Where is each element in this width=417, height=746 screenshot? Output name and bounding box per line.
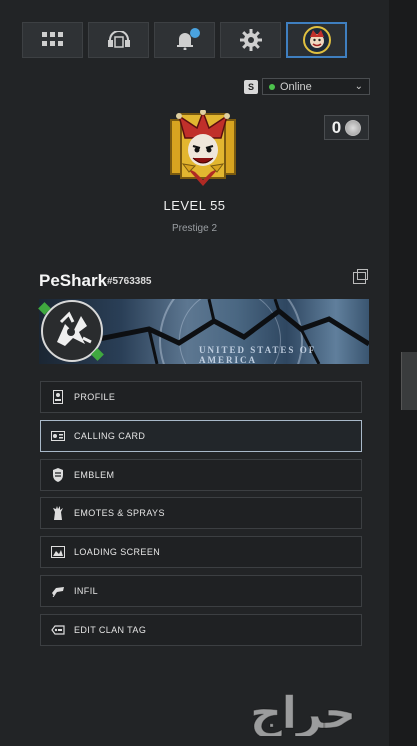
menu-item-emotes-sprays[interactable]: EMOTES & SPRAYS <box>40 497 362 530</box>
loading-screen-icon <box>51 545 65 559</box>
menu-item-label: EMBLEM <box>74 469 115 480</box>
prestige-label: Prestige 2 <box>171 223 218 234</box>
menu-item-label: LOADING SCREEN <box>74 547 161 558</box>
menu-item-label: INFIL <box>74 585 99 596</box>
player-name: PeShark <box>39 271 108 290</box>
profile-card-icon <box>51 390 65 404</box>
infil-icon <box>51 584 65 598</box>
clan-tag-icon <box>51 623 65 637</box>
menu-item-profile[interactable]: PROFILE <box>40 381 362 413</box>
emblem-art-icon <box>57 311 92 346</box>
gear-icon <box>239 29 262 51</box>
top-tab-bar <box>22 22 347 58</box>
calling-card-caption: UNITED STATES OF AMERICA <box>199 345 316 364</box>
emblem-icon <box>51 467 65 482</box>
status-key-hint: S <box>244 80 258 94</box>
menu-item-label: CALLING CARD <box>74 430 146 441</box>
background-decoration <box>401 352 417 410</box>
online-status-dropdown[interactable]: Online ⌄ <box>262 78 370 95</box>
clock-badge-icon <box>190 28 200 38</box>
player-emblem[interactable] <box>38 300 104 362</box>
chevron-down-icon: ⌄ <box>354 81 363 92</box>
tab-profile[interactable] <box>286 22 347 58</box>
tab-menu[interactable] <box>22 22 83 58</box>
currency-display: 0 <box>324 115 369 140</box>
coin-icon <box>345 119 362 136</box>
menu-item-edit-clan-tag[interactable]: EDIT CLAN TAG <box>40 613 362 646</box>
currency-amount: 0 <box>331 117 342 137</box>
tab-social[interactable] <box>88 22 149 58</box>
jester-rank-icon <box>170 110 236 186</box>
player-emblem-icon <box>302 26 331 54</box>
background-strip <box>389 0 417 746</box>
profile-panel: S Online ⌄ 0 LEVEL 55 Prestige 2 PeShark… <box>0 0 389 746</box>
status-value: Online <box>280 80 312 93</box>
haraj-watermark-logo: حراج <box>250 690 357 736</box>
menu-item-calling-card[interactable]: CALLING CARD <box>40 419 362 452</box>
online-dot-icon <box>269 83 275 90</box>
calling-card-icon <box>51 429 65 443</box>
menu-item-label: PROFILE <box>74 392 116 402</box>
menu-item-emblem[interactable]: EMBLEM <box>40 458 362 491</box>
headset-icon <box>107 31 130 48</box>
menu-item-label: EDIT CLAN TAG <box>74 624 147 635</box>
tab-notifications[interactable] <box>154 22 215 58</box>
tab-settings[interactable] <box>220 22 281 58</box>
customization-menu: PROFILE CALLING CARD EMBLEM EMOTES & SPR… <box>40 381 362 653</box>
player-id: #5763385 <box>107 276 152 287</box>
player-level: LEVEL 55 <box>163 198 226 213</box>
menu-item-infil[interactable]: INFIL <box>40 574 362 607</box>
emote-icon <box>51 506 65 521</box>
copy-icon[interactable] <box>353 269 368 284</box>
menu-item-label: EMOTES & SPRAYS <box>74 508 165 519</box>
svg-text:حراج: حراج <box>250 690 356 736</box>
grid-icon <box>41 32 63 46</box>
menu-item-loading-screen[interactable]: LOADING SCREEN <box>40 536 362 569</box>
